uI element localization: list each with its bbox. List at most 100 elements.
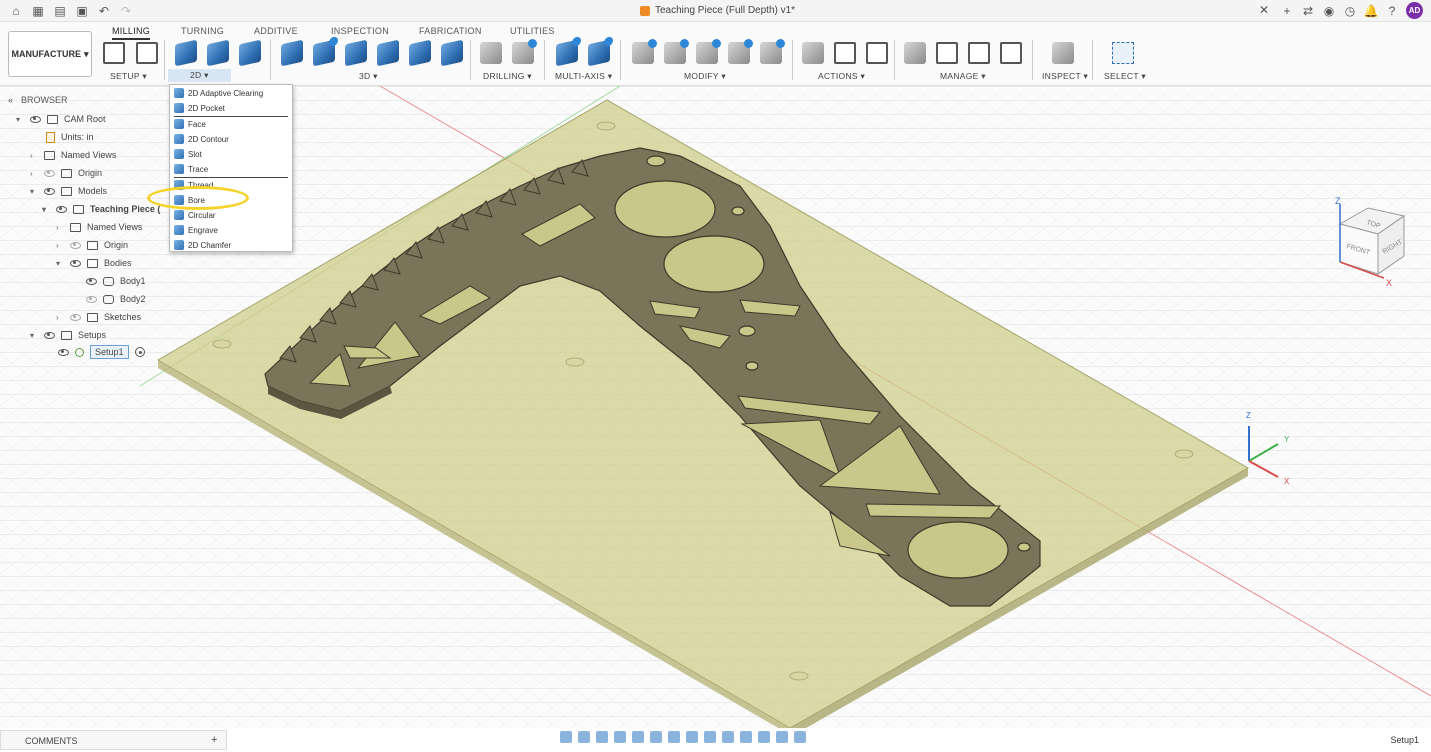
tree-origin[interactable]: › Origin — [30, 165, 102, 181]
tab-milling[interactable]: MILLING — [112, 26, 151, 40]
appearance-icon[interactable] — [740, 731, 752, 743]
menu-circular[interactable]: Circular — [174, 208, 216, 222]
eye-off-icon[interactable] — [70, 313, 81, 321]
eye-off-icon[interactable] — [44, 169, 55, 177]
chevron-right-icon[interactable]: › — [56, 313, 64, 322]
select-icon[interactable] — [1112, 42, 1134, 64]
file-icon[interactable]: ▤ — [52, 3, 68, 19]
section-icon[interactable] — [776, 731, 788, 743]
help-icon[interactable]: ? — [1385, 3, 1399, 19]
group-select[interactable]: SELECT ▾ — [1104, 71, 1146, 82]
hole-recognition-icon[interactable] — [512, 39, 537, 64]
menu-slot[interactable]: Slot — [174, 147, 202, 161]
tree-teaching-piece[interactable]: ▾ Teaching Piece ( — [42, 201, 160, 217]
flat-icon[interactable] — [377, 39, 399, 67]
fit-icon[interactable] — [632, 731, 644, 743]
tree-body2[interactable]: Body2 — [86, 291, 146, 307]
eye-icon[interactable] — [30, 115, 41, 123]
redo-icon[interactable]: ↷ — [118, 3, 134, 19]
menu-2d-contour[interactable]: 2D Contour — [174, 132, 229, 146]
user-avatar[interactable]: AD — [1406, 2, 1423, 19]
grid-icon[interactable]: ▦ — [30, 3, 46, 19]
group-3d[interactable]: 3D ▾ — [359, 71, 378, 82]
setup-sheet-icon[interactable] — [866, 42, 888, 64]
group-2d[interactable]: 2D ▾ — [168, 69, 231, 82]
group-inspect[interactable]: INSPECT ▾ — [1042, 71, 1088, 82]
eye-off-icon[interactable] — [70, 241, 81, 249]
tree-models[interactable]: ▾ Models — [30, 183, 107, 199]
setup1-selection[interactable]: Setup1 — [90, 345, 129, 359]
tree-sketches[interactable]: › Sketches — [56, 309, 141, 325]
comments-panel[interactable]: COMMENTS + — [0, 730, 227, 750]
scallop-icon[interactable] — [441, 39, 463, 67]
menu-face[interactable]: Face — [174, 117, 206, 131]
eye-icon[interactable] — [58, 348, 69, 356]
eye-icon[interactable] — [44, 187, 55, 195]
effects-icon[interactable] — [758, 731, 770, 743]
tree-setup1[interactable]: Setup1 — [58, 344, 145, 360]
tree-named-views[interactable]: › Named Views — [30, 147, 116, 163]
close-tab-icon[interactable]: ✕ — [1259, 3, 1269, 17]
notifications-icon[interactable]: 🔔 — [1364, 3, 1379, 19]
2d-adaptive-icon[interactable] — [175, 39, 197, 67]
tree-body1[interactable]: Body1 — [86, 273, 146, 289]
eye-icon[interactable] — [70, 259, 81, 267]
viewports-icon[interactable] — [686, 731, 698, 743]
eye-icon[interactable] — [86, 277, 97, 285]
new-setup-icon[interactable] — [103, 42, 125, 64]
camera-icon[interactable] — [794, 731, 806, 743]
delete-toolpath-icon[interactable] — [664, 39, 689, 64]
undo-icon[interactable]: ↶ — [96, 3, 112, 19]
post-library-icon[interactable] — [968, 42, 990, 64]
add-comment-icon[interactable]: + — [211, 734, 217, 746]
group-manage[interactable]: MANAGE ▾ — [940, 71, 986, 82]
tool-library-icon[interactable] — [904, 42, 926, 64]
new-tab-icon[interactable]: + — [1280, 3, 1294, 19]
activate-target-icon[interactable] — [134, 347, 145, 357]
tab-additive[interactable]: ADDITIVE — [254, 26, 298, 36]
display-settings-icon[interactable] — [650, 731, 662, 743]
chevron-right-icon[interactable]: › — [56, 223, 64, 232]
chevron-right-icon[interactable]: › — [56, 241, 64, 250]
job-status-icon[interactable]: ◉ — [1322, 3, 1336, 19]
eye-icon[interactable] — [56, 205, 67, 213]
save-icon[interactable]: ▣ — [74, 3, 90, 19]
orbit-icon[interactable] — [560, 731, 572, 743]
chevron-down-icon[interactable]: ▾ — [56, 259, 64, 268]
viewcube[interactable]: TOP FRONT RIGHT Z X — [1330, 194, 1420, 290]
group-drilling[interactable]: DRILLING ▾ — [483, 71, 532, 82]
face-icon[interactable] — [239, 39, 261, 67]
tree-sub-origin[interactable]: › Origin — [56, 237, 128, 253]
chevron-right-icon[interactable]: › — [30, 169, 38, 178]
drill-icon[interactable] — [480, 42, 502, 64]
chevron-down-icon[interactable]: ▾ — [30, 331, 38, 340]
tab-fabrication[interactable]: FABRICATION — [419, 26, 482, 36]
stock-display-icon[interactable] — [704, 731, 716, 743]
chevron-down-icon[interactable]: ▾ — [30, 187, 38, 196]
extensions-icon[interactable]: ⇄ — [1301, 3, 1315, 19]
tree-cam-root[interactable]: ▾ CAM Root — [16, 111, 106, 127]
menu-2d-chamfer[interactable]: 2D Chamfer — [174, 238, 231, 252]
tree-setups[interactable]: ▾ Setups — [30, 327, 106, 343]
menu-2d-pocket[interactable]: 2D Pocket — [174, 101, 225, 115]
machine-library-icon[interactable] — [936, 42, 958, 64]
tool-icon[interactable] — [728, 39, 753, 64]
measure-icon[interactable] — [1052, 42, 1074, 64]
group-multi-axis[interactable]: MULTI-AXIS ▾ — [555, 71, 612, 82]
pocket-clearing-icon[interactable] — [313, 39, 335, 67]
chevron-down-icon[interactable]: ▾ — [42, 205, 50, 214]
pattern-icon[interactable] — [760, 39, 785, 64]
2d-pocket-icon[interactable] — [207, 39, 229, 67]
chevron-right-icon[interactable]: › — [30, 151, 38, 160]
pan-icon[interactable] — [596, 731, 608, 743]
tab-turning[interactable]: TURNING — [181, 26, 224, 36]
chevron-down-icon[interactable]: ▾ — [16, 115, 24, 124]
post-process-icon[interactable] — [834, 42, 856, 64]
cut-icon[interactable] — [632, 39, 657, 64]
workspace-switcher[interactable]: MANUFACTURE ▾ — [8, 31, 92, 77]
tab-utilities[interactable]: UTILITIES — [510, 26, 555, 36]
tab-inspection[interactable]: INSPECTION — [331, 26, 389, 36]
menu-engrave[interactable]: Engrave — [174, 223, 218, 237]
eye-off-icon[interactable] — [86, 295, 97, 303]
look-at-icon[interactable] — [578, 731, 590, 743]
